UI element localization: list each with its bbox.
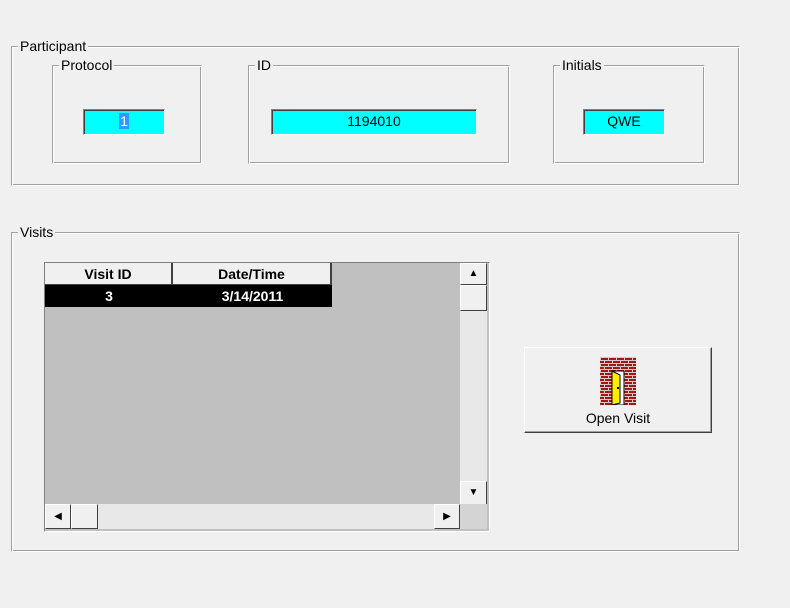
- protocol-field[interactable]: 1: [83, 109, 165, 135]
- id-group: ID 1194010: [248, 57, 510, 164]
- column-header-visit-id[interactable]: Visit ID: [45, 263, 173, 285]
- column-header-date-time[interactable]: Date/Time: [173, 263, 332, 285]
- vertical-scroll-thumb[interactable]: [460, 285, 487, 311]
- visits-group-title: Visits: [18, 224, 56, 240]
- id-label: ID: [255, 57, 273, 73]
- arrow-right-icon: ▶: [443, 511, 451, 522]
- scroll-up-button[interactable]: ▲: [460, 263, 487, 285]
- initials-group: Initials QWE: [553, 57, 705, 164]
- id-value: 1194010: [347, 113, 401, 129]
- participant-group: Participant Protocol 1 ID 1194010 Initia…: [11, 38, 740, 186]
- horizontal-scrollbar[interactable]: ◀ ▶: [45, 504, 460, 529]
- open-visit-button[interactable]: Open Visit: [524, 347, 712, 433]
- horizontal-scroll-thumb[interactable]: [71, 504, 98, 529]
- cell-date-time: 3/14/2011: [221, 288, 284, 304]
- door-icon: [600, 357, 636, 405]
- initials-value: QWE: [607, 113, 641, 129]
- participant-group-title: Participant: [18, 38, 89, 54]
- scroll-left-button[interactable]: ◀: [45, 504, 71, 529]
- table-row[interactable]: 3 3/14/2011: [45, 285, 332, 307]
- protocol-label: Protocol: [59, 57, 115, 73]
- protocol-group: Protocol 1: [52, 57, 202, 164]
- scroll-down-button[interactable]: ▼: [460, 481, 487, 505]
- scrollbar-corner: [460, 504, 487, 529]
- protocol-value: 1: [119, 113, 129, 129]
- arrow-left-icon: ◀: [54, 511, 62, 522]
- visits-grid[interactable]: Visit ID Date/Time 3 3/14/2011 ▲ ▼ ◀ ▶: [44, 262, 490, 532]
- initials-field[interactable]: QWE: [583, 109, 665, 135]
- vertical-scrollbar[interactable]: ▲ ▼: [460, 263, 487, 505]
- arrow-up-icon: ▲: [468, 268, 479, 279]
- open-visit-label: Open Visit: [585, 410, 651, 426]
- cell-visit-id: 3: [105, 288, 113, 304]
- id-field[interactable]: 1194010: [271, 109, 477, 135]
- initials-label: Initials: [560, 57, 604, 73]
- scroll-right-button[interactable]: ▶: [434, 504, 460, 529]
- arrow-down-icon: ▼: [468, 487, 479, 498]
